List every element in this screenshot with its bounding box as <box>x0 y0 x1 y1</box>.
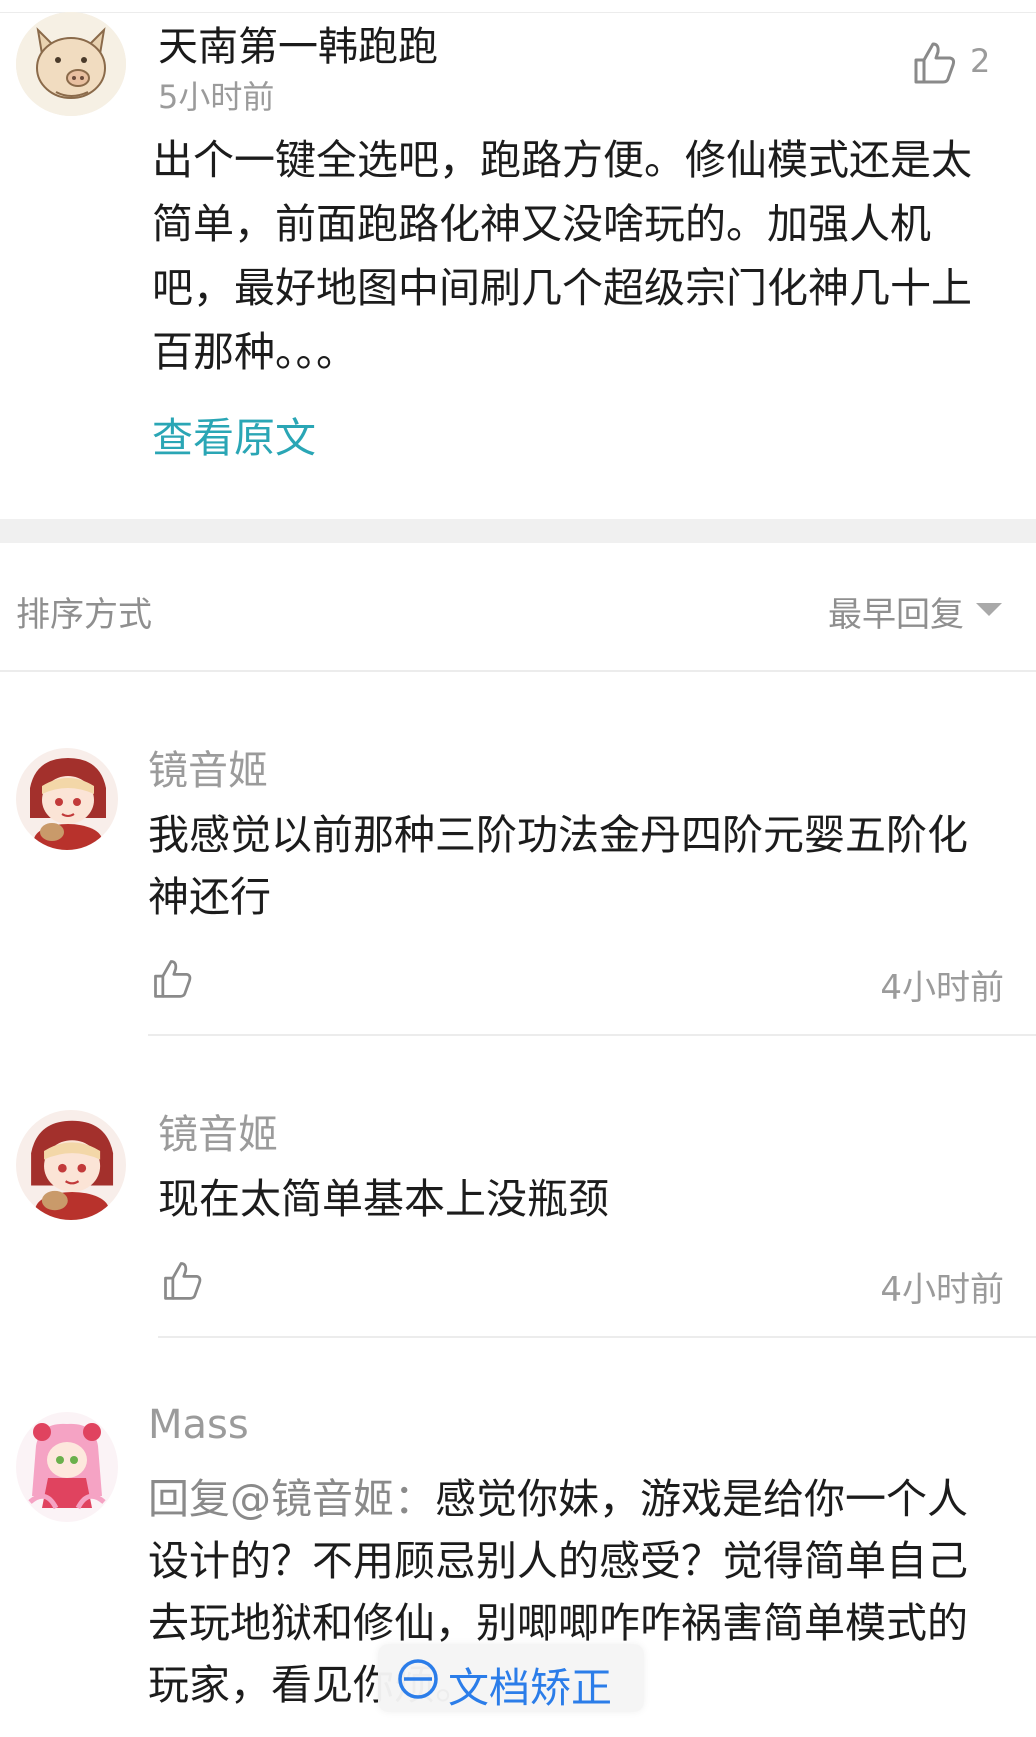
sort-bar: 排序方式 最早回复 <box>0 543 1036 670</box>
sort-label: 排序方式 <box>16 595 152 635</box>
top-divider <box>0 12 1036 13</box>
sort-dropdown[interactable]: 最早回复 <box>828 587 964 636</box>
thumbs-up-icon[interactable] <box>910 38 958 86</box>
reply-author[interactable]: 镜音姬 <box>158 1102 278 1160</box>
reply-author[interactable]: Mass <box>148 1402 249 1448</box>
reply-text: 我感觉以前那种三阶功法金丹四阶元婴五阶化神还行 <box>148 811 968 921</box>
doc-correction-label: 文档矫正 <box>448 1664 612 1712</box>
comment-time: 5小时前 <box>158 78 275 116</box>
doc-correction-button[interactable]: 文档矫正 <box>378 1644 644 1712</box>
comment-text: 出个一键全选吧，跑路方便。修仙模式还是太简单，前面跑路化神又没啥玩的。加强人机吧… <box>152 136 972 376</box>
thumbs-up-icon[interactable] <box>160 1258 204 1302</box>
view-original-link[interactable]: 查看原文 <box>152 404 316 464</box>
reply-text: 现在太简单基本上没瓶颈 <box>158 1175 609 1223</box>
reply-mention[interactable]: 回复@镜音姬： <box>148 1475 435 1523</box>
triangle-down-icon[interactable] <box>976 603 1002 616</box>
reply-time: 4小时前 <box>880 1270 1004 1310</box>
anime-girl-avatar-icon <box>16 1110 126 1220</box>
reply-author[interactable]: 镜音姬 <box>148 738 268 796</box>
like-count: 2 <box>970 42 991 80</box>
pink-anime-avatar-icon <box>16 1412 118 1522</box>
pig-avatar-icon <box>16 12 126 116</box>
anime-girl-avatar[interactable] <box>16 1110 126 1220</box>
section-divider <box>0 519 1036 543</box>
anime-girl-avatar[interactable] <box>16 748 118 850</box>
reply-divider <box>148 1034 1036 1036</box>
anime-girl-avatar-icon <box>16 748 118 850</box>
sort-divider <box>0 670 1036 672</box>
scan-icon <box>396 1657 440 1701</box>
reply-divider <box>158 1336 1036 1338</box>
comment-author[interactable]: 天南第一韩跑跑 <box>158 14 438 72</box>
pink-anime-avatar[interactable] <box>16 1412 118 1522</box>
thumbs-up-icon[interactable] <box>150 956 194 1000</box>
reply-time: 4小时前 <box>880 968 1004 1008</box>
pig-avatar[interactable] <box>16 12 126 116</box>
